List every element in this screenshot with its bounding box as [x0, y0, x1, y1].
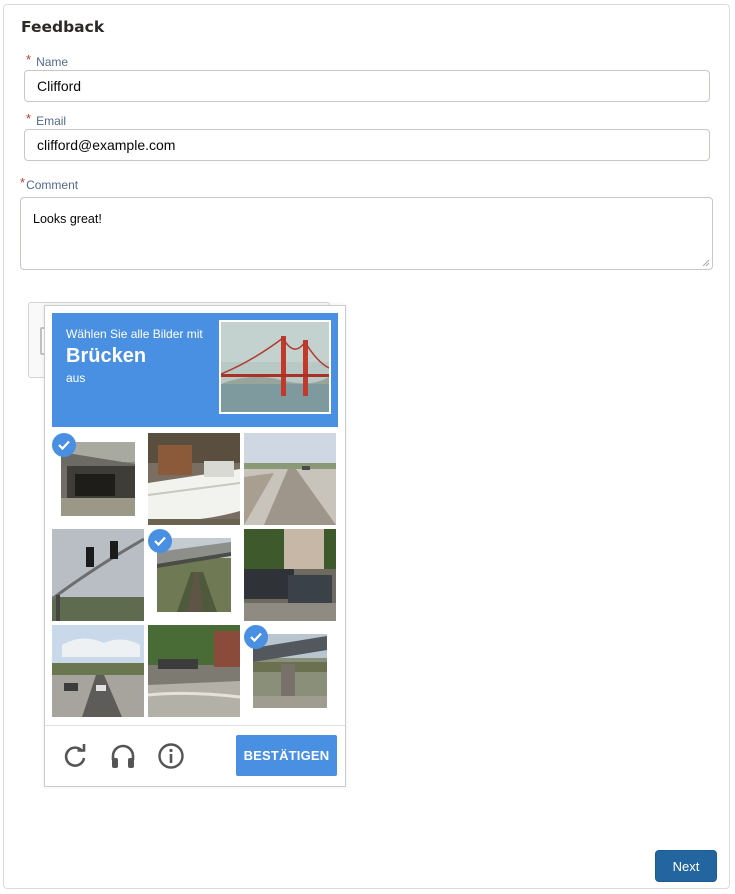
audio-icon[interactable] — [109, 742, 137, 770]
check-icon — [244, 625, 268, 649]
captcha-tile-1[interactable] — [52, 433, 144, 525]
name-label: * Name — [26, 52, 69, 69]
captcha-tile-9[interactable] — [244, 625, 336, 717]
comment-label: * Comment — [20, 175, 79, 192]
captcha-sample-image — [219, 320, 331, 414]
captcha-tile-5[interactable] — [148, 529, 240, 621]
reload-icon[interactable] — [61, 742, 89, 770]
required-marker: * — [20, 175, 26, 190]
captcha-tile-6[interactable] — [244, 529, 336, 621]
captcha-tile-3[interactable] — [244, 433, 336, 525]
page-title: Feedback — [21, 18, 105, 36]
check-icon — [148, 529, 172, 553]
captcha-tile-4[interactable] — [52, 529, 144, 621]
captcha-footer-divider — [45, 725, 345, 726]
email-input[interactable]: clifford@example.com — [24, 129, 710, 161]
captcha-header: Wählen Sie alle Bilder mit Brücken aus — [52, 313, 338, 427]
resize-grip-icon[interactable] — [702, 259, 710, 267]
captcha-tile-7[interactable] — [52, 625, 144, 717]
comment-text: Looks great! — [33, 212, 102, 226]
verify-button[interactable]: BESTÄTIGEN — [236, 735, 337, 776]
check-icon — [52, 433, 76, 457]
captcha-challenge: Wählen Sie alle Bilder mit Brücken aus B… — [44, 305, 346, 787]
captcha-instruction-suffix: aus — [66, 371, 86, 385]
captcha-keyword: Brücken — [66, 345, 147, 367]
captcha-tile-8[interactable] — [148, 625, 240, 717]
required-marker: * — [26, 52, 32, 67]
email-label: * Email — [26, 111, 67, 128]
info-icon[interactable] — [157, 742, 185, 770]
next-button[interactable]: Next — [655, 850, 717, 882]
captcha-instruction: Wählen Sie alle Bilder mit — [66, 327, 203, 341]
comment-textarea[interactable]: Looks great! — [20, 197, 713, 270]
required-marker: * — [26, 111, 32, 126]
captcha-tile-2[interactable] — [148, 433, 240, 525]
name-input[interactable]: Clifford — [24, 70, 710, 102]
